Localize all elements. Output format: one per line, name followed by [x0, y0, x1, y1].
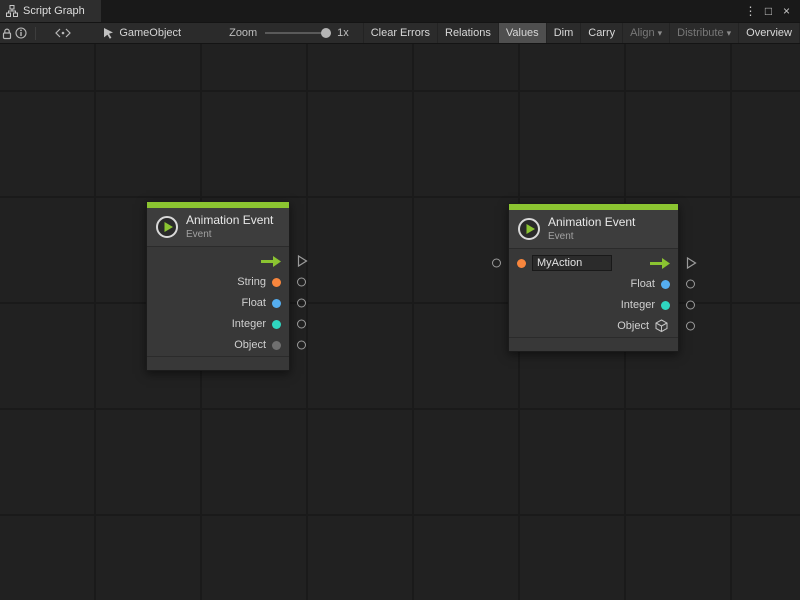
node-subtitle: Event [186, 229, 273, 240]
zoom-value: 1x [337, 27, 349, 39]
node-body: Float Integer Object [509, 249, 678, 337]
string-input-port[interactable] [492, 259, 501, 268]
script-graph-window: Script Graph ⋮ □ × [0, 0, 800, 600]
float-output-port[interactable] [686, 280, 695, 289]
string-port-dot[interactable] [517, 259, 526, 268]
string-output-port[interactable] [297, 278, 306, 287]
object-output-port[interactable] [686, 322, 695, 331]
window-titlebar: Script Graph ⋮ □ × [0, 0, 800, 22]
node-subtitle: Event [548, 231, 635, 242]
tab-label: Script Graph [23, 5, 85, 17]
flow-arrow-icon [261, 256, 281, 267]
flow-arrow-icon [650, 258, 670, 269]
script-graph-icon [6, 5, 18, 17]
object-cube-icon[interactable] [655, 319, 668, 333]
node-header[interactable]: Animation Event Event [147, 208, 289, 247]
values-button[interactable]: Values [498, 23, 546, 43]
relations-button[interactable]: Relations [437, 23, 498, 43]
output-row-integer: Integer [147, 314, 289, 335]
object-port-dot[interactable] [272, 341, 281, 350]
flow-output-port[interactable] [686, 257, 697, 270]
integer-port-dot[interactable] [272, 320, 281, 329]
window-controls: ⋮ □ × [743, 4, 800, 18]
close-icon[interactable]: × [779, 4, 794, 18]
graph-toolbar: GameObject Zoom 1x Clear Errors Relation… [0, 22, 800, 44]
integer-port-dot[interactable] [661, 301, 670, 310]
gameobject-icon [103, 27, 115, 39]
animation-event-node-1[interactable]: Animation Event Event [146, 201, 290, 371]
graph-canvas[interactable]: Animation Event Event [0, 44, 800, 600]
node-footer [509, 337, 678, 351]
object-output-port[interactable] [297, 341, 306, 350]
lock-icon[interactable] [0, 23, 14, 43]
output-row-integer: Integer [509, 295, 678, 316]
integer-output-port[interactable] [686, 301, 695, 310]
toolbar-separator [35, 27, 36, 40]
zoom-slider-handle[interactable] [321, 28, 331, 38]
zoom-slider[interactable] [265, 27, 331, 39]
output-row-float: Float [147, 293, 289, 314]
distribute-button[interactable]: Distribute ▾ [669, 23, 738, 43]
tab-script-graph[interactable]: Script Graph [0, 0, 101, 22]
gameobject-selector[interactable]: GameObject [103, 27, 181, 39]
node-title: Animation Event [186, 214, 273, 228]
info-icon[interactable] [14, 23, 28, 43]
integer-output-port[interactable] [297, 320, 306, 329]
float-port-dot[interactable] [661, 280, 670, 289]
node-footer [147, 356, 289, 370]
code-icon[interactable] [55, 23, 71, 43]
output-row-float: Float [509, 274, 678, 295]
animation-event-node-2[interactable]: Animation Event Event [508, 203, 679, 352]
output-row-string: String [147, 272, 289, 293]
output-row-object: Object [147, 335, 289, 356]
flow-output-row [147, 251, 289, 272]
event-play-icon [517, 217, 541, 241]
float-output-port[interactable] [297, 299, 306, 308]
node-header[interactable]: Animation Event Event [509, 210, 678, 249]
maximize-icon[interactable]: □ [761, 4, 776, 18]
toolbar-buttons: Clear Errors Relations Values Dim Carry … [363, 23, 800, 43]
output-row-object: Object [509, 316, 678, 337]
gameobject-label: GameObject [119, 27, 181, 39]
chevron-down-icon: ▾ [658, 28, 663, 39]
flow-output-port[interactable] [297, 255, 308, 268]
string-port-dot[interactable] [272, 278, 281, 287]
event-play-icon [155, 215, 179, 239]
action-input-row [509, 253, 678, 274]
carry-button[interactable]: Carry [580, 23, 622, 43]
node-title: Animation Event [548, 216, 635, 230]
dim-button[interactable]: Dim [546, 23, 581, 43]
window-menu-icon[interactable]: ⋮ [743, 4, 758, 18]
align-button[interactable]: Align ▾ [622, 23, 669, 43]
action-name-field[interactable] [532, 255, 612, 271]
float-port-dot[interactable] [272, 299, 281, 308]
zoom-label: Zoom [229, 27, 257, 39]
node-body: String Float Integer Object [147, 247, 289, 356]
clear-errors-button[interactable]: Clear Errors [363, 23, 437, 43]
chevron-down-icon: ▾ [727, 28, 732, 39]
overview-button[interactable]: Overview [738, 23, 800, 43]
